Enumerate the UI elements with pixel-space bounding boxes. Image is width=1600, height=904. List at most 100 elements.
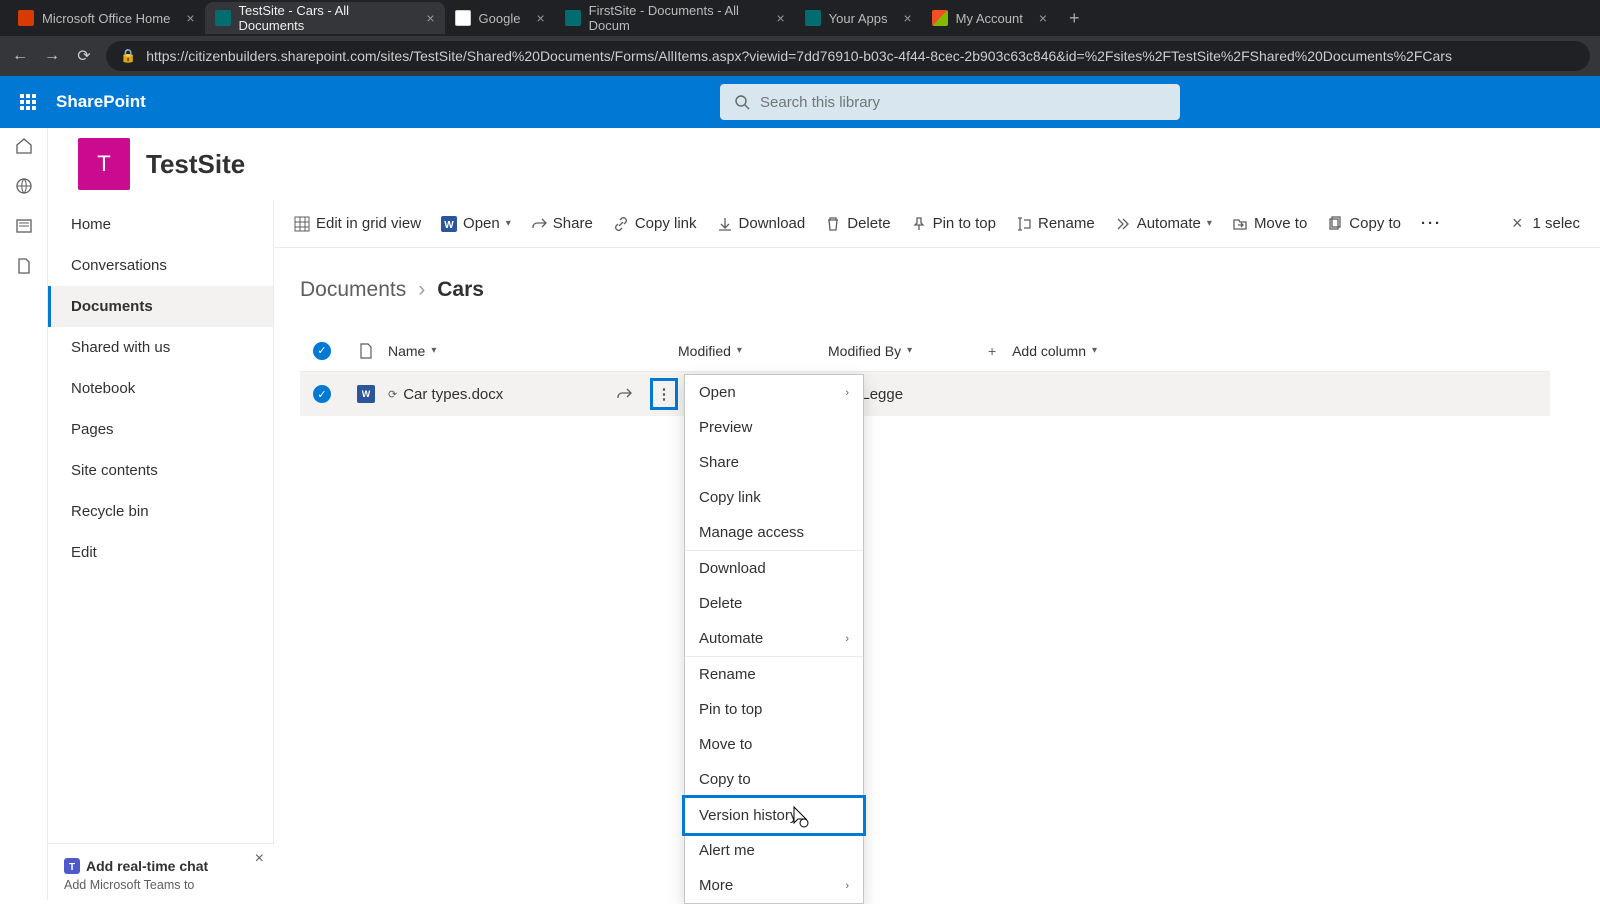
brand-name[interactable]: SharePoint xyxy=(56,92,146,112)
row-selector[interactable]: ✓ xyxy=(300,385,344,403)
nav-item-edit[interactable]: Edit xyxy=(48,532,273,573)
download-button[interactable]: Download xyxy=(717,215,806,232)
ctx-rename[interactable]: Rename xyxy=(685,657,863,692)
browser-tab[interactable]: Your Apps× xyxy=(795,2,922,34)
tab-close-icon[interactable]: × xyxy=(536,10,544,26)
news-icon[interactable] xyxy=(14,216,34,236)
tab-label: Microsoft Office Home xyxy=(42,11,170,26)
app-launcher[interactable] xyxy=(4,78,52,126)
ctx-label: Open xyxy=(699,384,736,401)
forward-button[interactable]: → xyxy=(42,47,62,65)
browser-tab[interactable]: Microsoft Office Home × xyxy=(8,2,205,34)
ctx-manage-access[interactable]: Manage access xyxy=(685,515,863,550)
ctx-preview[interactable]: Preview xyxy=(685,410,863,445)
chevron-right-icon: › xyxy=(845,633,849,645)
tab-close-icon[interactable]: × xyxy=(903,10,911,26)
ctx-copy-to[interactable]: Copy to xyxy=(685,762,863,797)
share-icon[interactable] xyxy=(616,386,644,402)
select-all[interactable]: ✓ xyxy=(300,342,344,360)
ctx-label: Manage access xyxy=(699,524,804,541)
address-bar: ← → ⟳ 🔒 https://citizenbuilders.sharepoi… xyxy=(0,36,1600,76)
home-icon[interactable] xyxy=(14,136,34,156)
ctx-copy-link[interactable]: Copy link xyxy=(685,480,863,515)
selection-count: × 1 selec xyxy=(1512,213,1580,234)
word-icon: W xyxy=(441,216,457,232)
cmd-label: Download xyxy=(739,215,806,232)
tab-close-icon[interactable]: × xyxy=(776,10,784,26)
nav-item-pages[interactable]: Pages xyxy=(48,409,273,450)
type-column[interactable] xyxy=(344,343,388,359)
search-box[interactable] xyxy=(720,84,1180,120)
nav-item-documents[interactable]: Documents xyxy=(48,286,273,327)
copy-link-button[interactable]: Copy link xyxy=(613,215,697,232)
file-row[interactable]: ✓ W ⟳ Car types.docx ⋮ enry Legge xyxy=(300,372,1550,416)
tab-label: TestSite - Cars - All Documents xyxy=(239,3,411,33)
ctx-pin-to-top[interactable]: Pin to top xyxy=(685,692,863,727)
file-name-cell[interactable]: ⟳ Car types.docx ⋮ xyxy=(388,378,678,410)
ctx-label: Share xyxy=(699,454,739,471)
tab-close-icon[interactable]: × xyxy=(1039,10,1047,26)
edit-grid-view-button[interactable]: Edit in grid view xyxy=(294,215,421,232)
copyto-icon xyxy=(1327,216,1343,232)
browser-tab[interactable]: Google× xyxy=(445,2,555,34)
new-tab-button[interactable]: + xyxy=(1057,8,1092,29)
column-label: Modified xyxy=(678,343,731,359)
ctx-open[interactable]: Open› xyxy=(685,375,863,410)
search-input[interactable] xyxy=(760,94,1166,111)
nav-item-site-contents[interactable]: Site contents xyxy=(48,450,273,491)
ctx-download[interactable]: Download xyxy=(685,551,863,586)
nav-item-shared-with-us[interactable]: Shared with us xyxy=(48,327,273,368)
checkmark-icon: ✓ xyxy=(313,342,331,360)
browser-tab[interactable]: My Account× xyxy=(922,2,1057,34)
promo-close-button[interactable]: × xyxy=(255,850,264,868)
cmd-label: Copy to xyxy=(1349,215,1401,232)
ctx-label: Copy link xyxy=(699,489,761,506)
pin-to-top-button[interactable]: Pin to top xyxy=(911,215,996,232)
reload-button[interactable]: ⟳ xyxy=(74,46,94,66)
site-logo[interactable]: T xyxy=(78,138,130,190)
share-button[interactable]: Share xyxy=(531,215,593,232)
tab-close-icon[interactable]: × xyxy=(186,10,194,26)
globe-icon[interactable] xyxy=(14,176,34,196)
ctx-share[interactable]: Share xyxy=(685,445,863,480)
site-title[interactable]: TestSite xyxy=(146,149,245,180)
modifiedby-column-header[interactable]: Modified By ▾ xyxy=(828,343,988,359)
ctx-more[interactable]: More› xyxy=(685,868,863,903)
open-button[interactable]: WOpen▾ xyxy=(441,215,511,232)
nav-item-recycle-bin[interactable]: Recycle bin xyxy=(48,491,273,532)
chevron-down-icon: ▾ xyxy=(506,218,511,229)
move-to-button[interactable]: Move to xyxy=(1232,215,1307,232)
delete-button[interactable]: Delete xyxy=(825,215,890,232)
add-column-button[interactable]: + Add column▾ xyxy=(988,343,1550,359)
files-icon[interactable] xyxy=(14,256,34,276)
ctx-automate[interactable]: Automate› xyxy=(685,621,863,656)
copy-to-button[interactable]: Copy to xyxy=(1327,215,1401,232)
ctx-move-to[interactable]: Move to xyxy=(685,727,863,762)
ctx-alert-me[interactable]: Alert me xyxy=(685,833,863,868)
download-icon xyxy=(717,216,733,232)
back-button[interactable]: ← xyxy=(10,47,30,65)
modified-column-header[interactable]: Modified▾ xyxy=(678,343,828,359)
rename-button[interactable]: Rename xyxy=(1016,215,1095,232)
browser-tab[interactable]: TestSite - Cars - All Documents × xyxy=(205,2,445,34)
ctx-label: Pin to top xyxy=(699,701,762,718)
tab-close-icon[interactable]: × xyxy=(426,10,434,26)
url-text: https://citizenbuilders.sharepoint.com/s… xyxy=(146,48,1452,64)
column-label: Modified By xyxy=(828,343,901,359)
browser-tab[interactable]: FirstSite - Documents - All Docum× xyxy=(555,2,795,34)
more-commands-button[interactable]: ··· xyxy=(1421,215,1442,232)
ctx-version-history[interactable]: Version history xyxy=(685,798,863,833)
nav-item-conversations[interactable]: Conversations xyxy=(48,245,273,286)
chevron-down-icon: ▾ xyxy=(907,345,912,356)
delete-icon xyxy=(825,216,841,232)
nav-item-notebook[interactable]: Notebook xyxy=(48,368,273,409)
automate-button[interactable]: Automate▾ xyxy=(1115,215,1212,232)
name-column-header[interactable]: Name▾ xyxy=(388,343,678,359)
url-bar[interactable]: 🔒 https://citizenbuilders.sharepoint.com… xyxy=(106,41,1590,71)
teams-promo: × T Add real-time chat Add Microsoft Tea… xyxy=(48,843,274,900)
ctx-delete[interactable]: Delete xyxy=(685,586,863,621)
clear-selection-button[interactable]: × xyxy=(1512,213,1523,234)
breadcrumb-parent[interactable]: Documents xyxy=(300,278,406,302)
nav-item-home[interactable]: Home xyxy=(48,204,273,245)
more-actions-button[interactable]: ⋮ xyxy=(650,378,678,410)
